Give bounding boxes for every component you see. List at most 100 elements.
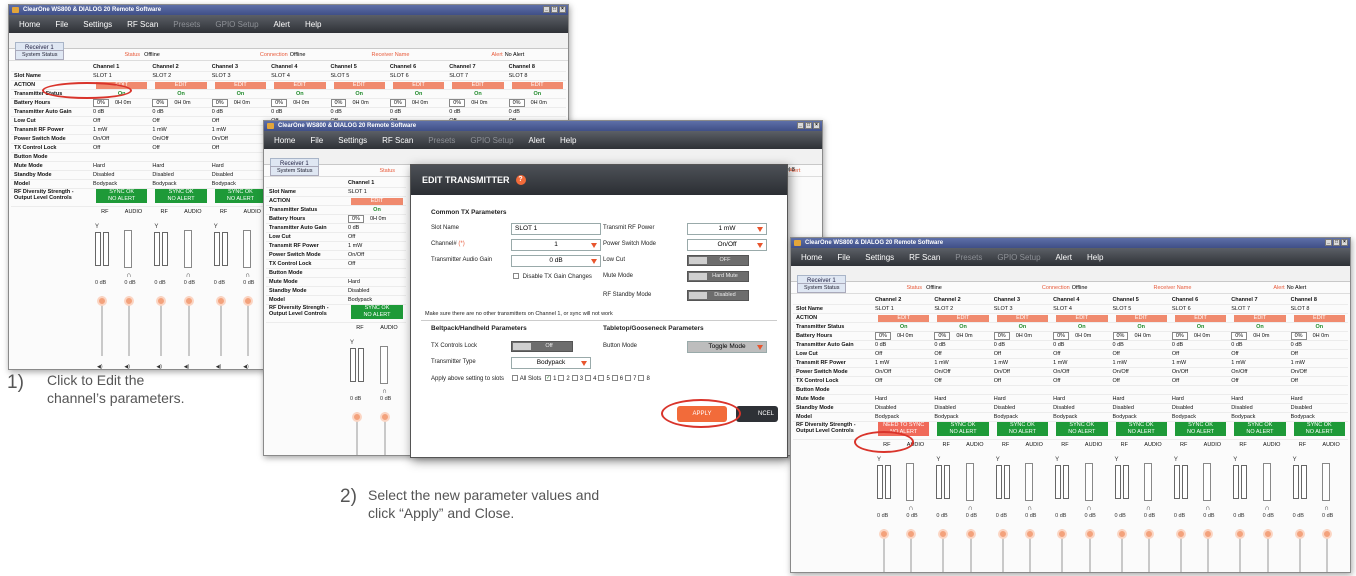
menu-home[interactable]: Home — [274, 136, 295, 145]
slot-3-checkbox[interactable] — [571, 375, 578, 381]
menu-alert[interactable]: Alert — [274, 20, 290, 29]
fader-knob[interactable] — [215, 296, 226, 306]
speaker-icon[interactable]: ◀) — [124, 364, 130, 369]
slot-1-checkbox[interactable]: ✓ — [545, 375, 552, 381]
headphone-icon[interactable]: ∩ — [968, 505, 973, 512]
fader-knob[interactable] — [1084, 529, 1095, 539]
speaker-icon[interactable]: ◀) — [156, 364, 162, 369]
system-status-button[interactable]: System Status — [270, 165, 320, 176]
fader-knob[interactable] — [124, 296, 135, 306]
headphone-icon[interactable]: ∩ — [1205, 505, 1210, 512]
edit-button[interactable]: EDIT — [996, 314, 1049, 322]
slot-6-checkbox[interactable] — [611, 375, 618, 381]
edit-button[interactable]: EDIT — [452, 81, 504, 89]
fader-knob[interactable] — [1175, 529, 1186, 539]
close-button[interactable]: × — [1341, 239, 1348, 246]
fader-knob[interactable] — [97, 296, 107, 306]
maximize-button[interactable]: □ — [805, 122, 812, 129]
maximize-button[interactable]: □ — [1333, 239, 1340, 246]
menu-rf-scan[interactable]: RF Scan — [127, 20, 158, 29]
edit-button[interactable]: EDIT — [937, 314, 989, 322]
menu-help[interactable]: Help — [305, 20, 321, 29]
menu-alert[interactable]: Alert — [529, 136, 545, 145]
edit-button[interactable]: EDIT — [1115, 314, 1167, 322]
audio-gain-select[interactable]: 0 dB — [511, 255, 601, 267]
power-switch-select[interactable]: On/Off — [687, 239, 767, 251]
menu-file[interactable]: File — [55, 20, 68, 29]
headphone-icon[interactable]: ∩ — [1146, 505, 1151, 512]
menu-rf-scan[interactable]: RF Scan — [382, 136, 413, 145]
fader-knob[interactable] — [1057, 529, 1068, 539]
disable-tx-gain-checkbox[interactable] — [513, 273, 519, 279]
edit-button[interactable]: EDIT — [511, 81, 563, 89]
menu-gpio-setup[interactable]: GPIO Setup — [470, 136, 513, 145]
edit-button[interactable]: EDIT — [155, 81, 207, 89]
headphone-icon[interactable]: ∩ — [1265, 505, 1270, 512]
disable-tx-gain-row[interactable]: Disable TX Gain Changes — [511, 273, 592, 280]
menu-gpio-setup[interactable]: GPIO Setup — [997, 253, 1040, 262]
fader-knob[interactable] — [352, 412, 362, 422]
headphone-icon[interactable]: ∩ — [1027, 505, 1032, 512]
low-cut-toggle[interactable]: OFF — [687, 255, 749, 266]
fader-knob[interactable] — [965, 529, 976, 539]
fader-knob[interactable] — [1235, 529, 1246, 539]
minimize-button[interactable]: _ — [797, 122, 804, 129]
fader-knob[interactable] — [1322, 529, 1332, 539]
speaker-icon[interactable]: ◀) — [97, 364, 103, 369]
headphone-icon[interactable]: ∩ — [908, 505, 913, 512]
menu-home[interactable]: Home — [19, 20, 40, 29]
button-mode-select[interactable]: Toggle Mode — [687, 341, 767, 353]
tx-lock-toggle[interactable]: Off — [511, 341, 573, 352]
fader-knob[interactable] — [1143, 529, 1154, 539]
menu-presets[interactable]: Presets — [955, 253, 982, 262]
minimize-button[interactable]: _ — [1325, 239, 1332, 246]
slot-2-checkbox[interactable] — [558, 375, 565, 381]
speaker-icon[interactable]: ◀) — [243, 364, 249, 369]
menu-gpio-setup[interactable]: GPIO Setup — [215, 20, 258, 29]
edit-button[interactable]: EDIT — [878, 314, 930, 322]
edit-button[interactable]: EDIT — [1174, 314, 1227, 322]
fader-knob[interactable] — [243, 296, 254, 306]
menu-settings[interactable]: Settings — [83, 20, 112, 29]
headphone-icon[interactable]: ∩ — [126, 272, 131, 279]
slot-4-checkbox[interactable] — [585, 375, 592, 381]
headphone-icon[interactable]: ∩ — [186, 272, 191, 279]
fader-knob[interactable] — [1294, 529, 1305, 539]
close-button[interactable]: × — [813, 122, 820, 129]
edit-button[interactable]: EDIT — [274, 81, 326, 89]
fader-knob[interactable] — [997, 529, 1008, 539]
menu-settings[interactable]: Settings — [338, 136, 367, 145]
fader-knob[interactable] — [1203, 529, 1214, 539]
menu-rf-scan[interactable]: RF Scan — [909, 253, 940, 262]
close-button[interactable]: × — [559, 6, 566, 13]
fader-knob[interactable] — [938, 529, 949, 539]
headphone-icon[interactable]: ∩ — [1324, 505, 1329, 512]
mute-mode-toggle[interactable]: Hard Mute — [687, 271, 749, 282]
menu-presets[interactable]: Presets — [173, 20, 200, 29]
help-icon[interactable]: ? — [515, 175, 526, 185]
fader-knob[interactable] — [906, 529, 917, 539]
fader-knob[interactable] — [156, 296, 167, 306]
headphone-icon[interactable]: ∩ — [245, 272, 250, 279]
edit-button[interactable]: EDIT — [351, 197, 403, 205]
speaker-icon[interactable]: ◀) — [184, 364, 190, 369]
headphone-icon[interactable]: ∩ — [1087, 505, 1092, 512]
edit-button[interactable]: EDIT — [1293, 314, 1345, 322]
menu-presets[interactable]: Presets — [428, 136, 455, 145]
slot-8-checkbox[interactable] — [638, 375, 645, 381]
edit-button[interactable]: EDIT — [333, 81, 385, 89]
menu-home[interactable]: Home — [801, 253, 822, 262]
speaker-icon[interactable]: ◀) — [216, 364, 222, 369]
cancel-button[interactable]: NCEL — [736, 406, 778, 422]
menu-file[interactable]: File — [837, 253, 850, 262]
menu-help[interactable]: Help — [1087, 253, 1103, 262]
fader-knob[interactable] — [183, 296, 194, 306]
fader-knob[interactable] — [1025, 529, 1036, 539]
standby-mode-toggle[interactable]: Disabled — [687, 290, 749, 301]
edit-button[interactable]: EDIT — [392, 81, 445, 89]
slot-name-input[interactable]: SLOT 1 — [511, 223, 601, 235]
fader-knob[interactable] — [1116, 529, 1127, 539]
menu-alert[interactable]: Alert — [1056, 253, 1072, 262]
all-slots-checkbox[interactable] — [511, 375, 518, 381]
fader-knob[interactable] — [1262, 529, 1273, 539]
